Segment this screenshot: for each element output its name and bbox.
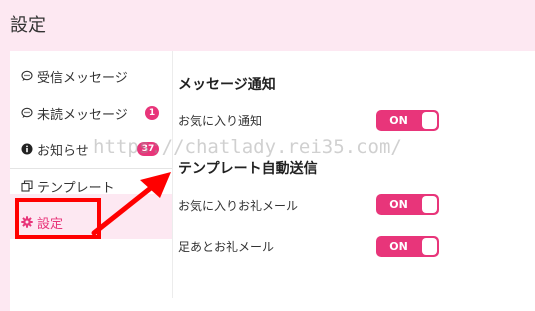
annotation-arrow <box>91 172 171 236</box>
